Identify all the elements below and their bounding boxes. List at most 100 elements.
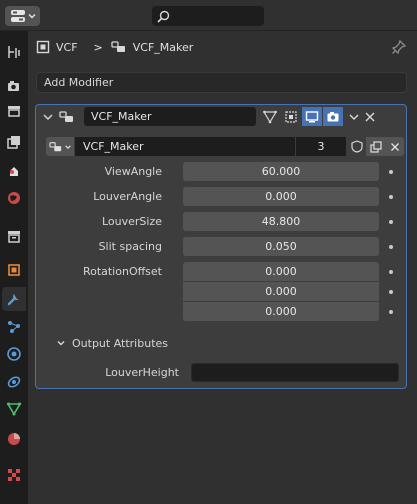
add-modifier-label: Add Modifier	[44, 76, 114, 89]
users-count: 3	[317, 140, 325, 153]
modifier-menu-button[interactable]	[344, 107, 364, 126]
tab-collection[interactable]	[2, 224, 26, 248]
louver-angle-value: 0.000	[265, 190, 297, 203]
geometry-nodes-icon	[59, 111, 73, 122]
input-label-rotation-offset: RotationOffset	[82, 265, 162, 278]
shield-icon	[350, 140, 363, 153]
tab-tool[interactable]	[2, 40, 26, 64]
render-toggle[interactable]	[323, 107, 343, 126]
louver-size-value: 48.800	[261, 215, 301, 228]
chevron-down-icon	[28, 14, 36, 19]
node-group-users-count[interactable]: 3	[296, 137, 346, 156]
output-attributes-label: Output Attributes	[72, 336, 169, 350]
modifier-panel: VCF_Maker VCF_Maker 3 ViewAngle 60.000 L…	[35, 104, 407, 389]
chevron-down-icon	[64, 144, 71, 149]
unlink-button[interactable]	[385, 137, 404, 156]
constraints-icon	[7, 376, 21, 388]
input-label-slit-spacing: Slit spacing	[98, 240, 162, 253]
keyframe-dot[interactable]	[389, 170, 393, 174]
louver-size-field[interactable]: 48.800	[183, 212, 379, 231]
tab-output[interactable]	[2, 99, 26, 123]
world-icon	[8, 192, 20, 204]
viewport-toggle[interactable]	[302, 107, 322, 126]
tab-particles[interactable]	[2, 315, 26, 339]
keyframe-dot[interactable]	[389, 290, 393, 294]
editor-type-selector[interactable]	[5, 6, 40, 26]
modifier-header: VCF_Maker	[36, 105, 406, 129]
monitor-icon	[305, 110, 319, 122]
modifier-toggles	[260, 107, 364, 126]
output-icon	[8, 106, 20, 117]
keyframe-dot[interactable]	[389, 220, 393, 224]
fake-user-button[interactable]	[347, 137, 366, 156]
output-attributes-header[interactable]: Output Attributes	[56, 335, 168, 351]
view-angle-value: 60.000	[261, 165, 301, 178]
keyframe-dot[interactable]	[389, 195, 393, 199]
tab-physics[interactable]	[2, 342, 26, 366]
rotation-offset-x-value: 0.000	[265, 265, 297, 278]
geometry-nodes-icon	[48, 141, 61, 151]
properties-tabs	[0, 31, 28, 504]
duplicate-button[interactable]	[366, 137, 385, 156]
slit-spacing-value: 0.050	[265, 240, 297, 253]
keyframe-dot[interactable]	[389, 310, 393, 314]
particles-icon	[8, 321, 20, 333]
modifier-name-field[interactable]: VCF_Maker	[84, 107, 256, 126]
breadcrumb-modifier: VCF_Maker	[132, 40, 194, 54]
add-modifier-button[interactable]: Add Modifier	[36, 72, 407, 93]
keyframe-dot[interactable]	[389, 270, 393, 274]
duplicate-icon	[369, 140, 382, 153]
rotation-offset-z-value: 0.000	[265, 305, 297, 318]
scene-icon	[10, 167, 18, 176]
rotation-offset-y-field[interactable]: 0.000	[183, 282, 379, 301]
louver-height-attribute-field[interactable]	[191, 363, 399, 382]
tab-texture[interactable]	[2, 463, 26, 487]
keyframe-dot[interactable]	[389, 245, 393, 249]
attribute-label-louver-height: LouverHeight	[105, 366, 179, 379]
tab-scene[interactable]	[2, 159, 26, 183]
edit-mode-toggle[interactable]	[260, 107, 280, 126]
tab-data[interactable]	[2, 397, 26, 421]
search-input[interactable]	[152, 6, 264, 26]
input-label-view-angle: ViewAngle	[104, 165, 162, 178]
cage-toggle[interactable]	[281, 107, 301, 126]
node-group-browse-button[interactable]	[46, 137, 74, 156]
slit-spacing-field[interactable]: 0.050	[183, 237, 379, 256]
edit-mode-icon	[263, 110, 277, 123]
louver-angle-field[interactable]: 0.000	[183, 187, 379, 206]
chevron-down-icon	[57, 341, 65, 346]
node-group-selector: VCF_Maker 3	[46, 137, 404, 156]
modifier-name: VCF_Maker	[91, 110, 152, 123]
tab-constraints[interactable]	[2, 370, 26, 394]
remove-modifier-button[interactable]	[362, 109, 378, 125]
tab-view-layer[interactable]	[2, 130, 26, 154]
node-group-name-field[interactable]: VCF_Maker	[75, 137, 295, 156]
input-label-louver-angle: LouverAngle	[93, 190, 162, 203]
camera-icon	[327, 111, 339, 121]
object-icon	[36, 40, 50, 54]
input-label-louver-size: LouverSize	[101, 215, 162, 228]
collapse-chevron-icon[interactable]	[42, 111, 54, 123]
tab-render[interactable]	[2, 74, 26, 98]
rotation-offset-z-field[interactable]: 0.000	[183, 302, 379, 321]
tab-material[interactable]	[2, 427, 26, 451]
rotation-offset-x-field[interactable]: 0.000	[183, 262, 379, 281]
pin-icon	[391, 39, 407, 55]
render-icon	[8, 81, 19, 91]
tab-modifier[interactable]	[2, 287, 26, 311]
breadcrumb-object: VCF	[56, 40, 78, 54]
geometry-nodes-icon	[111, 41, 125, 52]
cage-icon	[285, 110, 297, 123]
object-icon	[8, 264, 20, 276]
collection-icon	[8, 231, 20, 243]
node-group-name: VCF_Maker	[83, 140, 144, 153]
pin-button[interactable]	[391, 39, 407, 58]
close-icon	[390, 142, 399, 151]
tab-world[interactable]	[2, 186, 26, 210]
breadcrumb: VCF > VCF_Maker	[36, 37, 193, 57]
properties-editor-icon	[11, 10, 25, 22]
view-layer-icon	[7, 136, 20, 149]
view-angle-field[interactable]: 60.000	[183, 162, 379, 181]
tab-object[interactable]	[2, 258, 26, 282]
breadcrumb-separator: >	[93, 40, 103, 54]
